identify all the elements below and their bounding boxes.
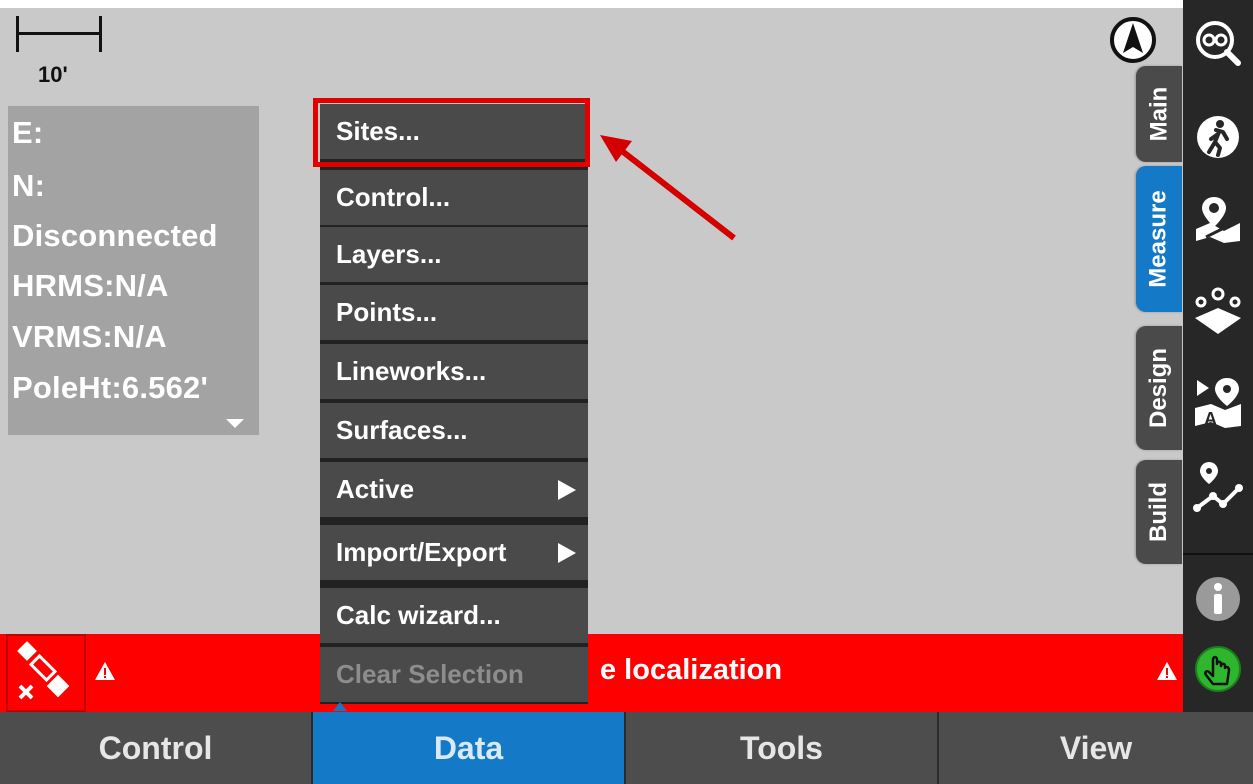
- stakeout-text-button[interactable]: A: [1189, 374, 1247, 432]
- alert-bar[interactable]: e localization: [0, 634, 1183, 712]
- data-menu: Sites... Control... Layers... Points... …: [320, 104, 588, 704]
- map-point-button[interactable]: [1189, 190, 1247, 248]
- walk-to-icon: [1197, 116, 1239, 158]
- menu-item-calc-wizard[interactable]: Calc wizard...: [320, 588, 588, 643]
- map-point-icon: [1196, 197, 1240, 243]
- side-tab-main-label: Main: [1145, 86, 1173, 142]
- alert-message: e localization: [600, 654, 783, 686]
- info-button[interactable]: [1189, 570, 1247, 628]
- side-tab-build[interactable]: Build: [1136, 460, 1182, 564]
- menu-item-active[interactable]: Active: [320, 462, 588, 517]
- menu-item-import-export[interactable]: Import/Export: [320, 525, 588, 580]
- status-easting: E:: [12, 115, 44, 150]
- nav-tab-tools-label: Tools: [740, 729, 823, 766]
- status-connection: Disconnected: [12, 218, 218, 253]
- status-vrms: VRMS:N/A: [12, 319, 167, 354]
- scale-bar-right-tick: [99, 16, 102, 52]
- scale-label: 10': [38, 62, 68, 87]
- stakeout-text-icon: A: [1195, 378, 1241, 429]
- toolbar-divider: [1183, 553, 1253, 555]
- status-panel[interactable]: E: N: Disconnected HRMS:N/A VRMS:N/A Pol…: [8, 106, 259, 435]
- nav-tab-control-label: Control: [98, 729, 213, 766]
- menu-item-control-label: Control...: [336, 182, 451, 212]
- warning-icon: [95, 662, 115, 680]
- side-tab-design-label: Design: [1145, 347, 1173, 429]
- side-tab-build-label: Build: [1145, 482, 1172, 542]
- menu-item-lineworks-label: Lineworks...: [336, 356, 487, 386]
- bottom-nav: Control Data Tools View: [0, 712, 1253, 784]
- status-pole-height: PoleHt:6.562': [12, 370, 209, 405]
- expand-caret-icon[interactable]: [226, 419, 244, 428]
- nav-tab-data[interactable]: Data: [313, 712, 626, 784]
- survey-points-icon: [1195, 287, 1241, 334]
- side-tab-main[interactable]: Main: [1136, 66, 1182, 162]
- menu-item-surfaces-label: Surfaces...: [336, 415, 468, 445]
- hand-touch-icon: [1195, 646, 1241, 692]
- warning-icon-right: [1157, 662, 1177, 680]
- hand-touch-button[interactable]: [1189, 640, 1247, 698]
- menu-item-control[interactable]: Control...: [320, 170, 588, 225]
- side-tab-measure-label: Measure: [1145, 190, 1173, 288]
- submenu-arrow-icon: [558, 543, 576, 563]
- menu-item-calc-wizard-label: Calc wizard...: [336, 600, 501, 630]
- zoom-extents-icon: [1196, 21, 1241, 66]
- side-tab-design[interactable]: Design: [1136, 326, 1182, 450]
- menu-pointer: [333, 702, 347, 711]
- menu-item-points[interactable]: Points...: [320, 285, 588, 340]
- nav-tab-data-label: Data: [433, 729, 504, 766]
- survey-points-button[interactable]: [1189, 282, 1247, 340]
- right-toolbar: A: [1183, 0, 1253, 712]
- polyline-button[interactable]: [1189, 458, 1247, 516]
- menu-item-clear-selection: Clear Selection: [320, 647, 588, 702]
- highlight-box: [313, 98, 590, 167]
- side-tab-measure[interactable]: Measure: [1136, 166, 1182, 312]
- svg-text:A: A: [1204, 409, 1217, 429]
- status-northing: N:: [12, 168, 46, 203]
- nav-tab-view-label: View: [1059, 729, 1133, 766]
- menu-item-points-label: Points...: [336, 297, 438, 327]
- menu-item-import-export-label: Import/Export: [336, 537, 507, 567]
- status-hrms: HRMS:N/A: [12, 268, 169, 303]
- polyline-icon: [1193, 462, 1243, 512]
- menu-item-lineworks[interactable]: Lineworks...: [320, 344, 588, 399]
- scale-bar-line: [16, 32, 102, 35]
- menu-item-surfaces[interactable]: Surfaces...: [320, 403, 588, 458]
- satellite-disconnected-icon: [17, 641, 70, 700]
- nav-tab-view[interactable]: View: [939, 712, 1253, 784]
- info-icon: [1196, 577, 1240, 621]
- submenu-arrow-icon: [558, 480, 576, 500]
- gnss-disconnected-button[interactable]: [6, 634, 86, 712]
- menu-item-clear-selection-label: Clear Selection: [336, 659, 524, 689]
- menu-item-layers[interactable]: Layers...: [320, 227, 588, 282]
- menu-item-layers-label: Layers...: [336, 239, 442, 269]
- top-strip: [0, 0, 1183, 8]
- scale-bar: 10': [14, 14, 104, 87]
- north-arrow-icon[interactable]: [1109, 16, 1157, 64]
- walk-to-button[interactable]: [1189, 108, 1247, 166]
- nav-tab-tools[interactable]: Tools: [626, 712, 939, 784]
- menu-item-active-label: Active: [336, 474, 415, 504]
- zoom-extents-button[interactable]: [1189, 14, 1247, 72]
- nav-tab-control[interactable]: Control: [0, 712, 313, 784]
